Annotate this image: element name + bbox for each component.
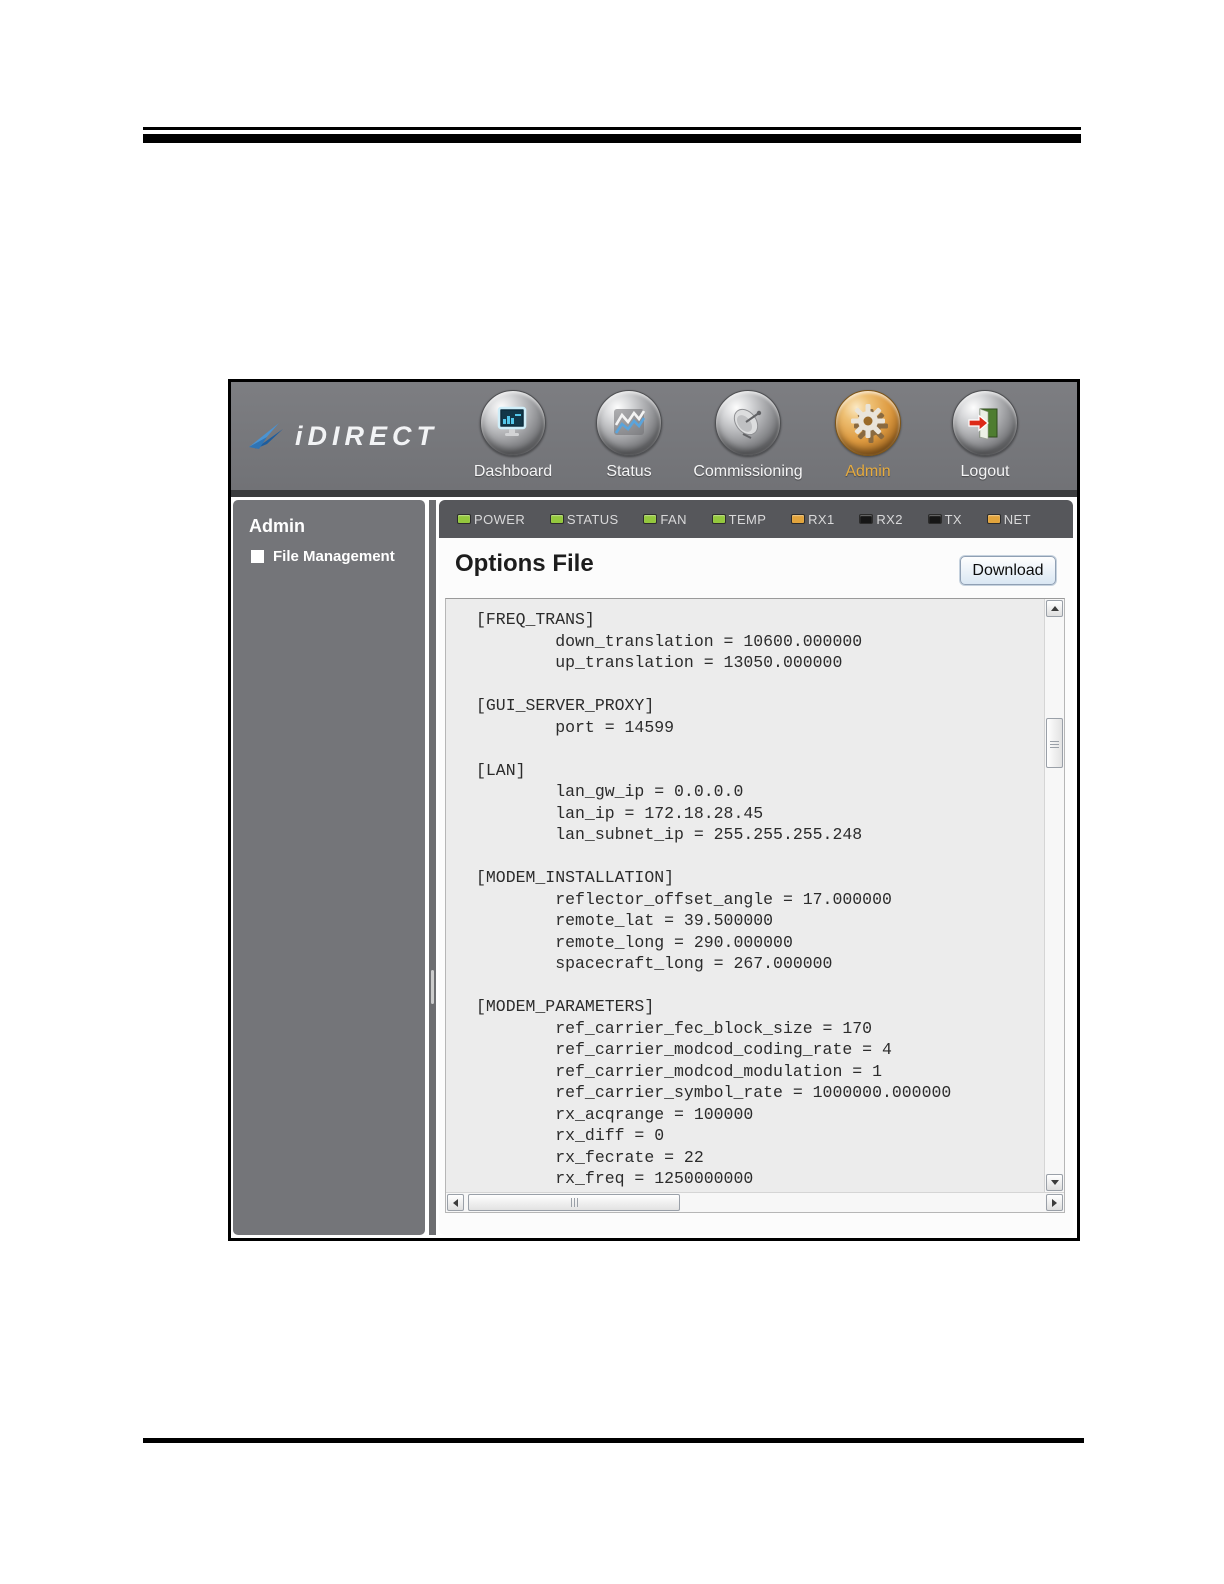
rx2-led-icon <box>859 514 874 524</box>
thumb-grip-icon <box>577 1198 578 1207</box>
splitter-handle-icon <box>431 970 434 1004</box>
indicator-rx1: RX1 <box>791 512 835 527</box>
sidebar: Admin File Management <box>233 500 425 1235</box>
rx1-led-icon <box>791 514 806 524</box>
page-title: Options File <box>455 550 594 577</box>
indicator-tx: TX <box>927 512 962 527</box>
sidebar-item-label: File Management <box>273 548 395 565</box>
indicator-status: STATUS <box>549 512 619 527</box>
arrow-up-icon <box>1050 606 1059 611</box>
indicator-temp: TEMP <box>711 512 767 527</box>
arrow-left-icon <box>453 1198 458 1207</box>
scroll-up-button[interactable] <box>1046 600 1063 617</box>
idirect-logo: iDIRECT <box>247 410 467 462</box>
idirect-logo-text: iDIRECT <box>295 420 438 451</box>
square-bullet-icon <box>251 550 264 563</box>
options-file-viewer[interactable]: [FREQ_TRANS] down_translation = 10600.00… <box>445 598 1065 1213</box>
document-page: iDIRECT Dashboard Status Commissioning A… <box>0 0 1224 1584</box>
thumb-grip-icon <box>1050 741 1059 742</box>
nav-item-logout[interactable]: Logout <box>915 390 1055 481</box>
top-rule-thick <box>143 134 1081 143</box>
download-button[interactable]: Download <box>960 556 1056 585</box>
options-file-text: [FREQ_TRANS] down_translation = 10600.00… <box>476 610 952 1188</box>
horizontal-scrollbar[interactable] <box>446 1192 1064 1212</box>
logout-door-icon <box>952 390 1018 456</box>
nav-label-commissioning: Commissioning <box>693 463 803 480</box>
indicator-net: NET <box>986 512 1031 527</box>
header-band: iDIRECT Dashboard Status Commissioning A… <box>231 382 1077 490</box>
indicator-rx2: RX2 <box>859 512 903 527</box>
idirect-web-ui: iDIRECT Dashboard Status Commissioning A… <box>228 379 1080 1241</box>
horizontal-scroll-thumb[interactable] <box>468 1194 680 1211</box>
idirect-logo-arrow-icon <box>249 423 283 449</box>
net-led-icon <box>986 514 1001 524</box>
fan-led-icon <box>643 514 658 524</box>
nav-item-commissioning[interactable]: Commissioning <box>678 390 818 481</box>
nav-label-logout: Logout <box>960 463 1010 480</box>
scroll-left-button[interactable] <box>447 1194 464 1211</box>
scroll-right-button[interactable] <box>1046 1194 1063 1211</box>
pane-splitter[interactable] <box>429 500 436 1235</box>
status-led-strip: POWER STATUS FAN TEMP RX1 RX2 TX NET <box>439 500 1073 538</box>
thumb-grip-icon <box>1050 747 1059 748</box>
bottom-rule <box>143 1438 1084 1443</box>
power-led-icon <box>457 514 471 524</box>
satellite-dish-icon <box>715 390 781 456</box>
main-panel: POWER STATUS FAN TEMP RX1 RX2 TX NET Opt… <box>439 500 1073 1235</box>
indicator-power: POWER <box>457 512 525 527</box>
arrow-down-icon <box>1050 1180 1059 1185</box>
thumb-grip-icon <box>574 1198 575 1207</box>
vertical-scroll-thumb[interactable] <box>1046 718 1063 768</box>
tx-led-icon <box>927 514 942 524</box>
status-chart-icon <box>596 390 662 456</box>
status-led-icon <box>549 514 564 524</box>
vertical-scrollbar[interactable] <box>1044 599 1064 1192</box>
sidebar-title: Admin <box>249 516 305 536</box>
temp-led-icon <box>711 514 726 524</box>
top-rule-thin <box>143 127 1081 130</box>
gear-icon <box>835 390 901 456</box>
thumb-grip-icon <box>1050 744 1059 745</box>
arrow-right-icon <box>1052 1198 1057 1207</box>
scroll-down-button[interactable] <box>1046 1174 1063 1191</box>
sidebar-item-file-management[interactable]: File Management <box>251 548 395 565</box>
thumb-grip-icon <box>571 1198 572 1207</box>
indicator-fan: FAN <box>643 512 686 527</box>
header-divider <box>231 490 1077 497</box>
dashboard-monitor-icon <box>480 390 546 456</box>
